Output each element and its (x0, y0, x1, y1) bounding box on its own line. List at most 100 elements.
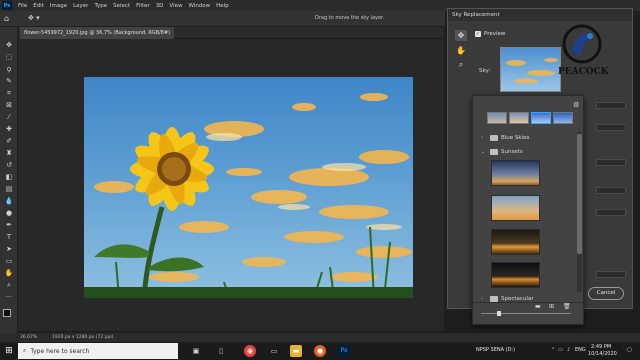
eyedropper-icon[interactable]: ⁄ (4, 113, 14, 122)
folder-icon (490, 134, 498, 141)
dialog-titlebar[interactable]: Sky Replacement (448, 9, 632, 21)
gradient-icon[interactable]: ▤ (4, 185, 14, 194)
thumbnail-size-slider[interactable] (481, 313, 571, 314)
recent-sky-thumb[interactable] (487, 112, 507, 124)
file-explorer-icon[interactable]: ▯ (215, 345, 227, 357)
sunset-sky-item[interactable] (491, 160, 540, 186)
document-tab[interactable]: flower-5459972_1920.jpg @ 36.7% (Backgro… (20, 27, 175, 39)
menu-3d[interactable]: 3D (153, 3, 167, 9)
recent-sky-thumb[interactable] (509, 112, 529, 124)
tools-panel: ✥ ⬚ ϙ ✎ ⌗ ⊠ ⁄ ✚ ✐ ♜ ↺ ◧ ▤ 💧 ● ✒ T ➤ ▭ ✋ … (0, 27, 18, 333)
folder-app-icon[interactable]: ▬ (290, 345, 302, 357)
folder-icon (490, 295, 498, 302)
menu-view[interactable]: View (166, 3, 185, 9)
hand-tool-icon[interactable]: ✋ (455, 45, 467, 56)
popup-scrollbar[interactable] (577, 132, 582, 292)
shift-edge-field[interactable] (596, 102, 626, 109)
photoshop-taskbar-icon[interactable]: Ps (338, 345, 350, 357)
history-brush-icon[interactable]: ↺ (4, 161, 14, 170)
lasso-icon[interactable]: ϙ (4, 65, 14, 74)
clock-time[interactable]: 2:49 PM (591, 344, 611, 350)
sunset-sky-item[interactable] (491, 195, 540, 221)
new-sky-icon[interactable]: ⊞ (549, 303, 554, 310)
photoshop-logo-icon[interactable]: Ps (2, 1, 12, 10)
frame-icon[interactable]: ⊠ (4, 101, 14, 110)
taskbar-search[interactable]: ⌕ Type here to search (18, 343, 178, 359)
recent-sky-thumb[interactable] (531, 112, 551, 124)
volume-icon[interactable]: ♪ (567, 347, 570, 353)
preview-checkbox[interactable]: ✓ (475, 31, 481, 37)
pen-icon[interactable]: ✒ (4, 221, 14, 230)
terminal-icon[interactable]: ▭ (268, 345, 280, 357)
drive-label[interactable]: NPSP SENA (D:) (476, 347, 515, 353)
firefox-icon[interactable]: ● (314, 345, 326, 357)
type-tool-icon[interactable]: T (4, 233, 14, 242)
healing-brush-icon[interactable]: ✚ (4, 125, 14, 134)
menu-layer[interactable]: Layer (70, 3, 91, 9)
sky-label: Sky: (479, 68, 491, 74)
brush-icon[interactable]: ✐ (4, 137, 14, 146)
crop-icon[interactable]: ⌗ (4, 89, 14, 98)
watermark-text: PEACOCK (558, 67, 609, 77)
blur-icon[interactable]: 💧 (4, 197, 14, 206)
language-indicator[interactable]: ENG (575, 347, 586, 353)
quick-select-icon[interactable]: ✎ (4, 77, 14, 86)
menu-filter[interactable]: Filter (133, 3, 153, 9)
menu-type[interactable]: Type (91, 3, 110, 9)
marquee-icon[interactable]: ⬚ (4, 53, 14, 62)
clock-date[interactable]: 10/14/2020 (588, 351, 617, 357)
menu-image[interactable]: Image (47, 3, 70, 9)
gear-icon[interactable]: ⚙ (573, 101, 579, 109)
network-icon[interactable]: ▭ (558, 347, 563, 353)
path-selection-icon[interactable]: ➤ (4, 245, 14, 254)
sunset-sky-item[interactable] (491, 262, 540, 288)
menu-select[interactable]: Select (110, 3, 133, 9)
chevron-right-icon: › (481, 134, 483, 141)
windows-start-icon[interactable]: ⊞ (0, 342, 18, 360)
cancel-button[interactable]: Cancel (588, 287, 624, 300)
hand-icon[interactable]: ✋ (4, 269, 14, 278)
menu-window[interactable]: Window (185, 3, 213, 9)
output-select[interactable] (596, 271, 626, 278)
sunset-sky-item[interactable] (491, 229, 540, 255)
chrome-icon[interactable]: ◉ (244, 345, 256, 357)
lighting-field[interactable] (596, 209, 626, 216)
windows-taskbar: ⊞ ⌕ Type here to search ▣ ▯ ◉ ▭ ▬ ● Ps N… (0, 342, 640, 360)
sky-selector[interactable] (500, 47, 561, 92)
folder-blue-skies[interactable]: › Blue Skies (481, 132, 577, 143)
recent-sky-thumb[interactable] (553, 112, 573, 124)
fade-edge-field[interactable] (596, 124, 626, 131)
new-group-icon[interactable]: ▬ (535, 303, 541, 310)
zoom-level[interactable]: 36.67% (20, 335, 37, 340)
search-placeholder: Type here to search (30, 347, 90, 355)
move-tool-icon[interactable]: ✥ ▾ (28, 14, 42, 24)
trash-icon[interactable]: 🗑 (563, 303, 571, 310)
slider-handle[interactable] (497, 311, 501, 316)
dodge-icon[interactable]: ● (4, 209, 14, 218)
document-image[interactable] (84, 77, 413, 298)
foreground-color-swatch[interactable] (3, 309, 11, 317)
folder-icon (490, 148, 498, 155)
folder-sunsets[interactable]: ⌄ Sunsets (481, 146, 577, 157)
home-icon[interactable]: ⌂ (4, 14, 14, 23)
sunflower-photo (84, 93, 413, 298)
tray-arrow-icon[interactable]: ⌃ (551, 347, 555, 353)
menu-file[interactable]: File (15, 3, 30, 9)
eraser-icon[interactable]: ◧ (4, 173, 14, 182)
rectangle-icon[interactable]: ▭ (4, 257, 14, 266)
zoom-tool-icon[interactable]: ⌕ (455, 59, 467, 70)
menu-edit[interactable]: Edit (30, 3, 47, 9)
more-tools-icon[interactable]: ··· (4, 293, 14, 302)
menu-help[interactable]: Help (213, 3, 232, 9)
sky-move-tool-icon[interactable]: ✥ (455, 30, 467, 41)
task-view-icon[interactable]: ▣ (190, 345, 202, 357)
preview-label: Preview (484, 31, 506, 37)
move-icon[interactable]: ✥ (4, 41, 14, 50)
scrollbar-thumb[interactable] (577, 134, 582, 254)
clone-stamp-icon[interactable]: ♜ (4, 149, 14, 158)
brightness-field[interactable] (596, 159, 626, 166)
zoom-icon[interactable]: ⌕ (4, 281, 14, 290)
scale-field[interactable] (596, 187, 626, 194)
canvas-area[interactable] (18, 39, 444, 331)
notification-icon[interactable]: ▢ (627, 347, 632, 353)
